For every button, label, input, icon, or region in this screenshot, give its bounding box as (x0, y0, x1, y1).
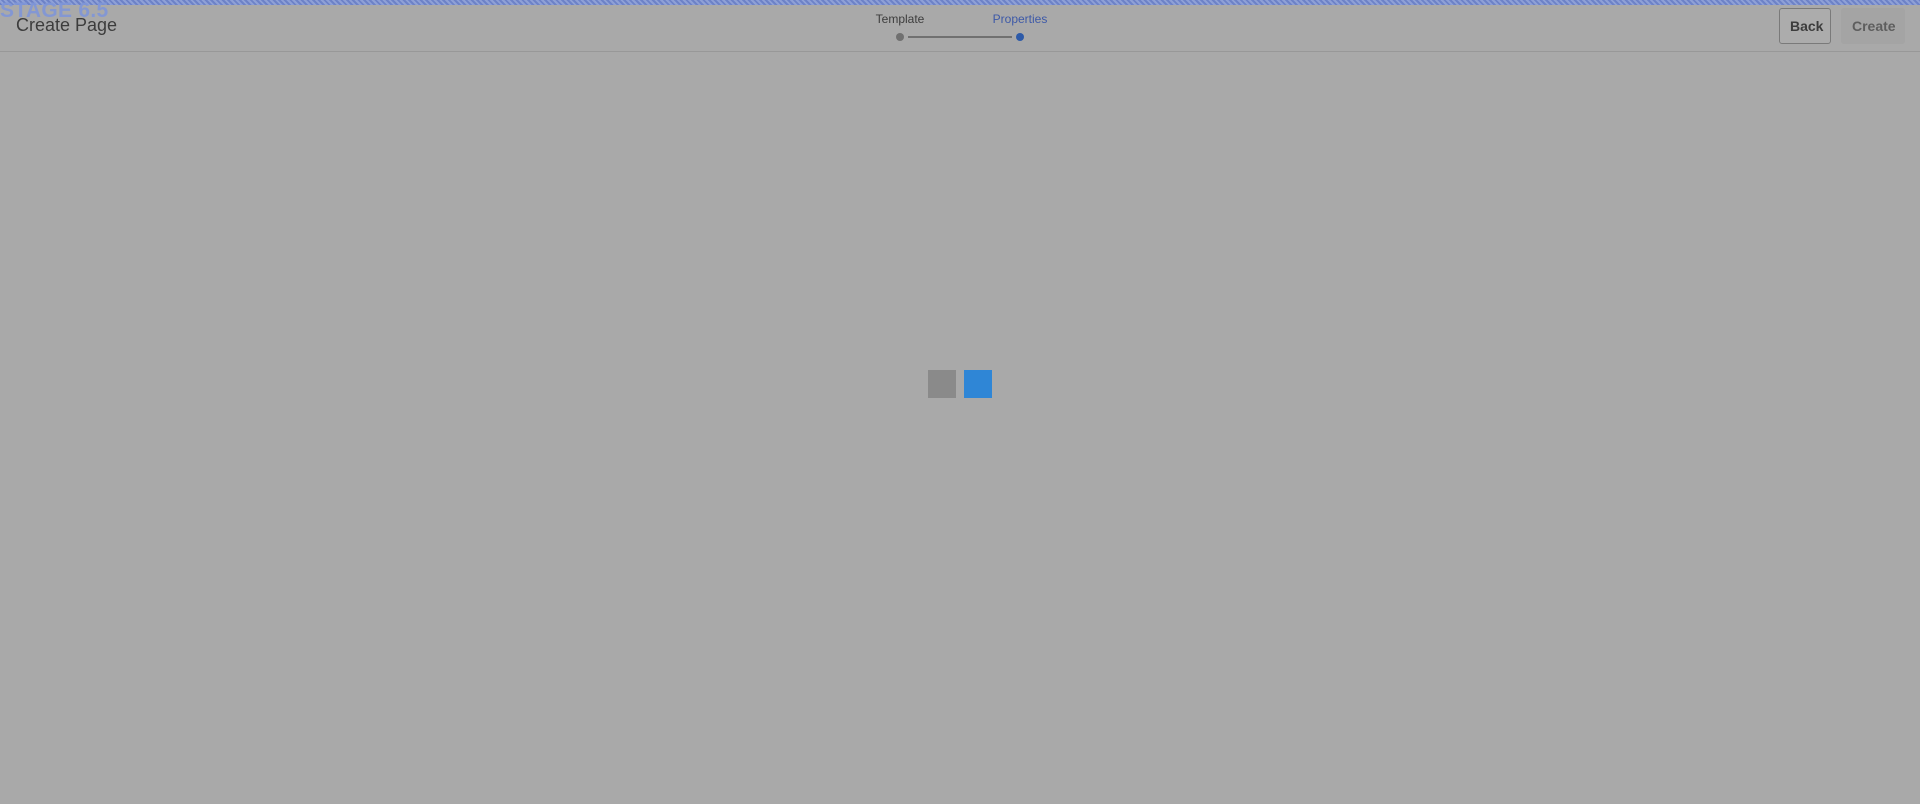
step-template-label[interactable]: Template (876, 12, 925, 26)
step-properties-dot[interactable] (1016, 33, 1024, 41)
step-properties-label[interactable]: Properties (993, 12, 1048, 26)
header-bar: Create Page Template Properties Back Cre… (0, 0, 1920, 52)
step-template-dot[interactable] (896, 33, 904, 41)
loader-square-blue (964, 370, 992, 398)
environment-label: STAGE 6.5 (0, 0, 109, 22)
create-button[interactable]: Create (1841, 8, 1905, 44)
environment-stripe (0, 0, 1920, 5)
back-button[interactable]: Back (1779, 8, 1831, 44)
loading-spinner-icon (928, 370, 992, 398)
loader-square-grey (928, 370, 956, 398)
wizard-steps: Template Properties (870, 12, 1050, 48)
step-connector-line (908, 36, 1012, 38)
